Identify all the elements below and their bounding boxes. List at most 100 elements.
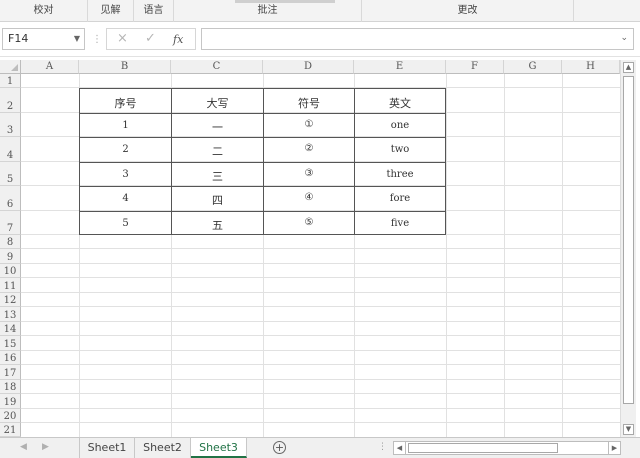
insert-function-icon[interactable]: fx — [173, 33, 183, 46]
row-header-8[interactable]: 8 — [0, 235, 21, 249]
scroll-left-icon[interactable]: ◀ — [394, 442, 406, 454]
row-header-18[interactable]: 18 — [0, 380, 21, 394]
row-header-9[interactable]: 9 — [0, 249, 21, 264]
table-cell[interactable]: three — [355, 169, 445, 180]
column-header-d[interactable]: D — [263, 60, 354, 74]
sheet-tab-sheet2[interactable]: Sheet2 — [135, 438, 191, 458]
expand-formula-bar-icon[interactable]: ⌄ — [620, 33, 628, 43]
column-header-g[interactable]: G — [504, 60, 562, 74]
drag-handle-icon[interactable]: ⋮ — [92, 34, 102, 45]
gridline — [21, 248, 620, 249]
table-cell[interactable]: two — [355, 144, 445, 155]
prev-sheet-icon[interactable]: ◀ — [20, 442, 27, 452]
table-cell[interactable]: 5 — [80, 218, 171, 229]
cancel-icon[interactable]: × — [117, 31, 128, 46]
row-header-12[interactable]: 12 — [0, 293, 21, 307]
gridline — [562, 74, 563, 437]
gridline — [21, 335, 620, 336]
table-cell[interactable]: 2 — [80, 144, 171, 155]
ribbon-group-comments: 批注 — [174, 0, 362, 22]
gridline — [21, 277, 620, 278]
sheet-tab-bar: ◀ ▶ Sheet1 Sheet2 Sheet3 + ⋮ ◀ ▶ — [0, 437, 640, 458]
table-header-cell[interactable]: 序号 — [80, 95, 171, 111]
next-sheet-icon[interactable]: ▶ — [42, 442, 49, 452]
name-box-value: F14 — [8, 32, 29, 45]
row-header-20[interactable]: 20 — [0, 409, 21, 423]
table-header-cell[interactable]: 英文 — [355, 95, 445, 111]
gridline — [21, 263, 620, 264]
chevron-down-icon[interactable]: ▼ — [74, 34, 80, 43]
row-header-4[interactable]: 4 — [0, 137, 21, 162]
scroll-up-icon[interactable]: ▲ — [623, 62, 634, 73]
data-table: 序号 大写 符号 英文 1 一 ① one 2 二 ② two 3 三 ③ th… — [79, 88, 446, 235]
gridline — [446, 74, 447, 437]
gridline — [21, 408, 620, 409]
add-sheet-icon[interactable]: + — [273, 441, 286, 454]
column-header-e[interactable]: E — [354, 60, 446, 74]
row-header-10[interactable]: 10 — [0, 264, 21, 278]
sheet-tab-sheet1[interactable]: Sheet1 — [79, 438, 135, 458]
row-header-3[interactable]: 3 — [0, 113, 21, 137]
gridline — [21, 350, 620, 351]
row-header-7[interactable]: 7 — [0, 211, 21, 235]
row-header-13[interactable]: 13 — [0, 307, 21, 322]
table-cell[interactable]: 四 — [172, 192, 263, 208]
row-header-14[interactable]: 14 — [0, 322, 21, 336]
row-header-16[interactable]: 16 — [0, 351, 21, 365]
table-cell[interactable]: 一 — [172, 119, 263, 135]
gridline — [21, 379, 620, 380]
table-cell[interactable]: 4 — [80, 193, 171, 204]
column-header-a[interactable]: A — [21, 60, 79, 74]
table-cell[interactable]: 二 — [172, 143, 263, 159]
table-header-cell[interactable]: 大写 — [172, 95, 263, 111]
table-cell[interactable]: one — [355, 120, 445, 131]
tab-split-handle-icon[interactable]: ⋮ — [378, 442, 387, 452]
row-header-15[interactable]: 15 — [0, 336, 21, 351]
vertical-scrollbar[interactable]: ▲ ▼ — [620, 60, 636, 437]
table-cell[interactable]: 三 — [172, 168, 263, 184]
horizontal-scrollbar[interactable]: ◀ ▶ — [393, 441, 621, 455]
table-cell[interactable]: 1 — [80, 120, 171, 131]
sheet-tab-sheet3[interactable]: Sheet3 — [191, 438, 247, 458]
table-cell[interactable]: five — [355, 218, 445, 229]
ribbon-group-labels: 校对 见解 语言 批注 更改 — [0, 0, 640, 22]
table-header-cell[interactable]: 符号 — [264, 95, 354, 111]
scrollbar-thumb[interactable] — [623, 76, 634, 404]
table-cell[interactable]: 五 — [172, 217, 263, 233]
formula-input[interactable]: ⌄ — [201, 28, 634, 50]
gridline — [21, 364, 620, 365]
ribbon-group-language: 语言 — [134, 0, 174, 22]
scroll-down-icon[interactable]: ▼ — [623, 424, 634, 435]
table-cell[interactable]: fore — [355, 193, 445, 204]
formula-bar: F14 ▼ ⋮ × ✓ fx ⌄ — [0, 22, 640, 57]
scroll-right-icon[interactable]: ▶ — [608, 442, 620, 454]
row-header-5[interactable]: 5 — [0, 162, 21, 186]
column-header-h[interactable]: H — [562, 60, 620, 74]
table-cell[interactable]: ④ — [264, 192, 354, 203]
column-header-f[interactable]: F — [446, 60, 504, 74]
column-header-c[interactable]: C — [171, 60, 263, 74]
enter-icon[interactable]: ✓ — [145, 31, 156, 46]
scrollbar-thumb[interactable] — [408, 443, 558, 453]
ribbon-group-proofing: 校对 — [0, 0, 88, 22]
row-header-11[interactable]: 11 — [0, 278, 21, 293]
row-header-21[interactable]: 21 — [0, 423, 21, 437]
table-cell[interactable]: ② — [264, 143, 354, 154]
formula-buttons: × ✓ fx — [106, 28, 196, 50]
table-cell[interactable]: ⑤ — [264, 217, 354, 228]
ribbon-group-changes: 更改 — [362, 0, 574, 22]
gridline — [21, 393, 620, 394]
table-cell[interactable]: ③ — [264, 168, 354, 179]
select-all-corner[interactable] — [0, 60, 21, 74]
column-header-b[interactable]: B — [79, 60, 171, 74]
row-header-6[interactable]: 6 — [0, 186, 21, 211]
worksheet-grid[interactable]: A B C D E F G H 1 2 3 4 5 6 7 8 9 10 11 … — [0, 60, 620, 437]
name-box[interactable]: F14 ▼ — [2, 28, 85, 50]
row-header-17[interactable]: 17 — [0, 365, 21, 380]
table-cell[interactable]: ① — [264, 119, 354, 130]
table-cell[interactable]: 3 — [80, 169, 171, 180]
row-header-1[interactable]: 1 — [0, 74, 21, 88]
row-header-2[interactable]: 2 — [0, 88, 21, 113]
gridline — [21, 306, 620, 307]
row-header-19[interactable]: 19 — [0, 394, 21, 409]
